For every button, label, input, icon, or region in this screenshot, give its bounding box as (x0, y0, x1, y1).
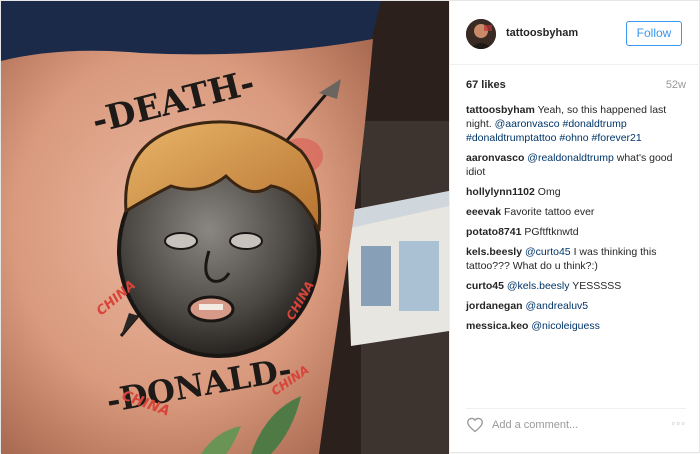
post-username[interactable]: tattoosbyham (506, 27, 578, 39)
instagram-post-card: -DEATH- -DONALD- CHINA CHINA CHINA CHINA… (0, 0, 700, 454)
comment-item: hollylynn1102 Omg (466, 185, 692, 199)
comment-text: Favorite tattoo ever (503, 206, 595, 218)
mention-link[interactable]: @nicoleiguess (531, 320, 599, 332)
comment-footer: ◦◦◦ (466, 408, 686, 440)
hashtag-link[interactable]: #ohno (559, 132, 588, 144)
comment-username[interactable]: kels.beesly (466, 246, 522, 258)
comment-username[interactable]: messica.keo (466, 320, 528, 332)
comment-item: potato8741 PGftftknwtd (466, 225, 692, 239)
mention-link[interactable]: @andrealuv5 (526, 300, 589, 312)
mention-link[interactable]: @curto45 (525, 246, 571, 258)
comment-item: aaronvasco @realdonaldtrump what's good … (466, 151, 692, 179)
comment-text: YESSSSS (569, 280, 622, 292)
hashtag-link[interactable]: #donaldtrumptattoo (466, 132, 556, 144)
comment-username[interactable]: aaronvasco (466, 152, 524, 164)
comment-text: PGftftknwtd (524, 226, 579, 238)
avatar-image (466, 19, 496, 49)
follow-button[interactable]: Follow (626, 21, 682, 46)
comment-text: Omg (537, 186, 561, 198)
comment-username[interactable]: curto45 (466, 280, 504, 292)
heart-outline-icon[interactable] (466, 417, 484, 433)
add-comment-input[interactable] (492, 417, 642, 433)
comment-username[interactable]: tattoosbyham (466, 104, 535, 116)
mention-link[interactable]: @realdonaldtrump (527, 152, 614, 164)
likes-count[interactable]: 67 likes (466, 79, 506, 91)
comment-item: messica.keo @nicoleiguess (466, 319, 692, 333)
comment-item: kels.beesly @curto45 I was thinking this… (466, 245, 692, 273)
post-photo[interactable]: -DEATH- -DONALD- CHINA CHINA CHINA CHINA (1, 1, 449, 454)
comment-item: jordanegan @andrealuv5 (466, 299, 692, 313)
comment-item: curto45 @kels.beesly YESSSSS (466, 279, 692, 293)
mention-link[interactable]: @aaronvasco (495, 118, 560, 130)
tattoo-photo-illustration: -DEATH- -DONALD- CHINA CHINA CHINA CHINA (1, 1, 449, 454)
comment-username[interactable]: hollylynn1102 (466, 186, 535, 198)
hashtag-link[interactable]: #donaldtrump (562, 118, 626, 130)
comment-list: tattoosbyham Yeah, so this happened last… (466, 103, 692, 339)
post-age[interactable]: 52w (666, 79, 686, 91)
post-side-panel: tattoosbyham Follow 67 likes 52w tattoos… (449, 1, 700, 454)
comment-item: eeevak Favorite tattoo ever (466, 205, 692, 219)
post-header: tattoosbyham Follow (450, 1, 700, 65)
comment-username[interactable]: jordanegan (466, 300, 523, 312)
mention-link[interactable]: @kels.beesly (507, 280, 570, 292)
comment-username[interactable]: potato8741 (466, 226, 521, 238)
post-stats: 67 likes 52w (466, 79, 686, 93)
more-options-icon[interactable]: ◦◦◦ (671, 418, 686, 430)
comment-item: tattoosbyham Yeah, so this happened last… (466, 103, 692, 145)
comment-username[interactable]: eeevak (466, 206, 501, 218)
avatar[interactable] (466, 19, 496, 49)
hashtag-link[interactable]: #forever21 (592, 132, 642, 144)
